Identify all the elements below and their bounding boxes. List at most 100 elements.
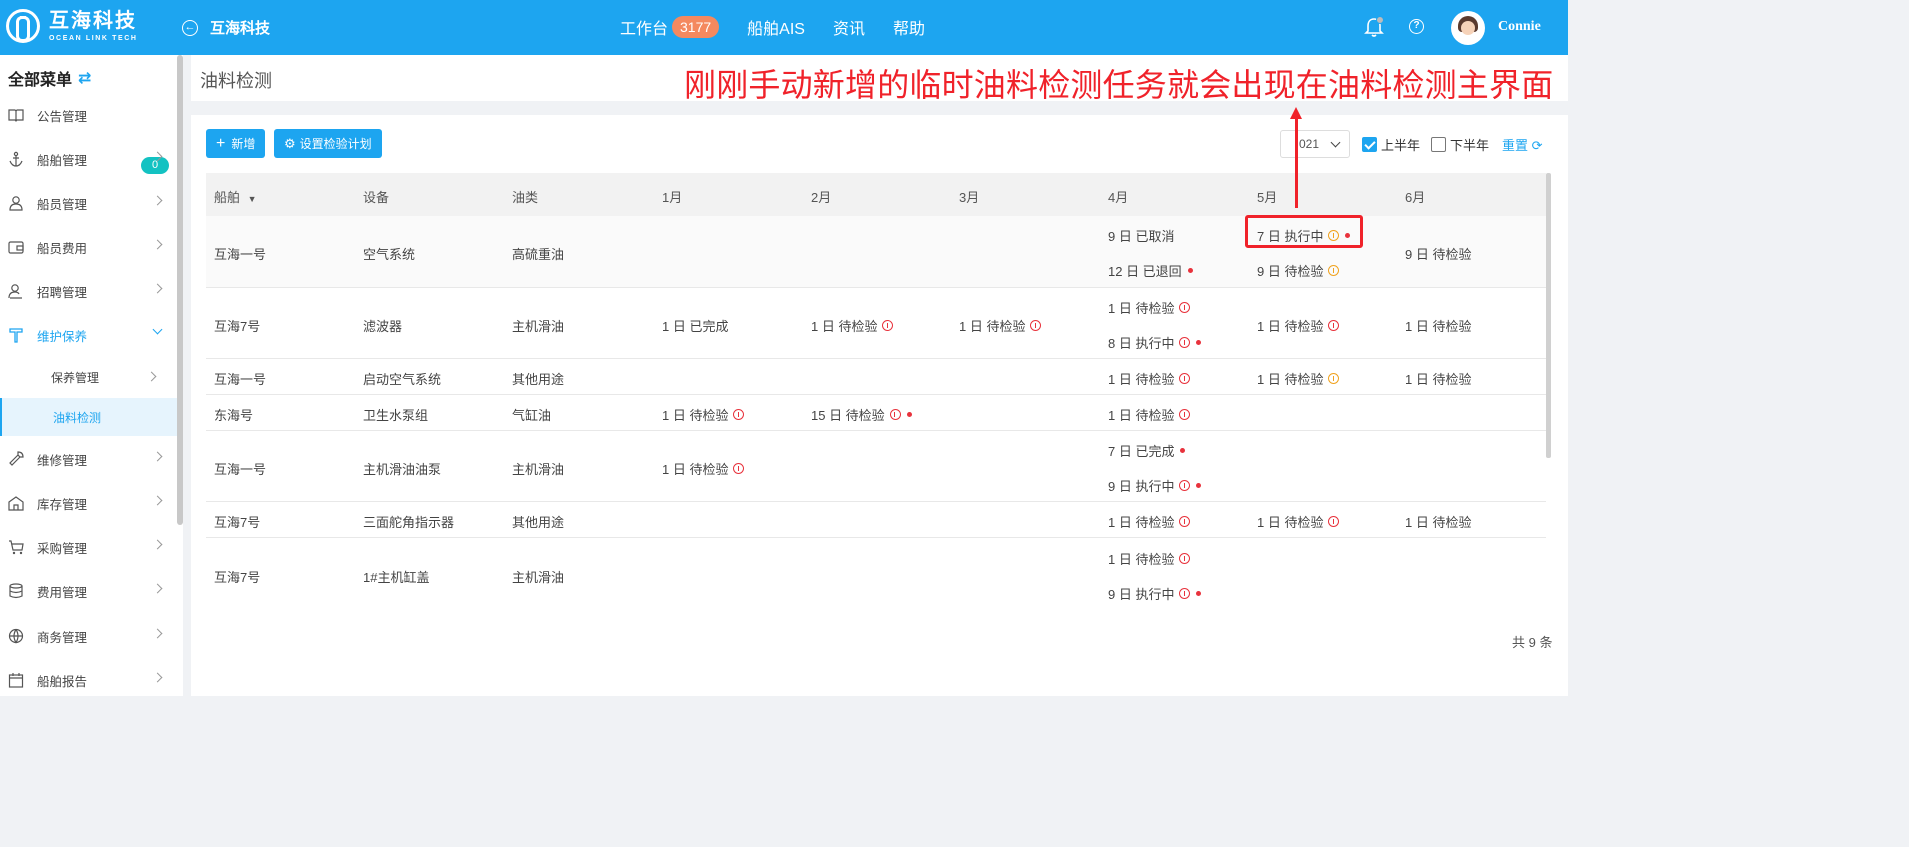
cell-task[interactable]: 8 日 执行中 [1108, 333, 1202, 352]
nav-help[interactable]: 帮助 [893, 15, 925, 39]
second-half-checkbox[interactable]: 下半年 [1431, 135, 1489, 154]
chevron-right-icon [152, 151, 163, 162]
chevron-right-icon [152, 283, 163, 294]
annotation-arrow [1295, 113, 1298, 208]
sidebar-scrollbar[interactable] [177, 55, 183, 525]
task-status: 7 日 已完成 [1108, 444, 1175, 459]
sidebar-item-expense[interactable]: 费用管理 [0, 569, 177, 613]
cell-task[interactable]: 1 日 待检验 [959, 316, 1042, 335]
sidebar-title[interactable]: 全部菜单 ⇄ [8, 66, 91, 90]
swap-icon[interactable]: ⇄ [78, 68, 91, 88]
cell-task[interactable]: 9 日 待检验 [1257, 261, 1340, 280]
cell-task[interactable]: 1 日 待检验 [1108, 405, 1191, 424]
help-icon[interactable]: ? [1409, 19, 1424, 34]
nav-workbench[interactable]: 工作台 3177 [620, 15, 720, 39]
sidebar-item-notice[interactable]: 公告管理 [0, 93, 177, 137]
cell-task[interactable]: 9 日 已取消 [1108, 226, 1174, 245]
first-half-label: 上半年 [1381, 138, 1421, 153]
cell-task[interactable]: 1 日 待检验 [1257, 316, 1340, 335]
sidebar-item-recruit[interactable]: 招聘管理 [0, 269, 177, 313]
top-bar: 互海科技 OCEAN LINK TECH ← 互海科技 工作台 3177 船舶A… [0, 0, 1568, 55]
task-status: 1 日 待检验 [811, 319, 878, 334]
sidebar-item-ship[interactable]: 船舶管理 [0, 137, 177, 181]
total-count: 共 9 条 [1512, 635, 1553, 650]
nav-ais[interactable]: 船舶AIS [747, 15, 805, 39]
alert-clock-icon [1030, 320, 1042, 331]
user-name[interactable]: Connie [1498, 19, 1541, 35]
red-dot-icon [906, 412, 912, 417]
cell-task[interactable]: 7 日 已完成 [1108, 441, 1186, 460]
cell-equipment: 1#主机缸盖 [363, 570, 430, 585]
task-status: 9 日 待检验 [1257, 264, 1324, 279]
cell-task[interactable]: 1 日 已完成 [662, 316, 728, 335]
logo-icon [6, 9, 40, 43]
red-dot-icon [1196, 483, 1202, 488]
cell-task[interactable]: 1 日 待检验 [811, 316, 894, 335]
table-scrollbar[interactable] [1546, 173, 1551, 458]
cell-oil: 主机滑油 [512, 319, 565, 334]
year-select[interactable]: 021 [1280, 130, 1350, 158]
anchor-icon [9, 151, 23, 167]
logo[interactable]: 互海科技 OCEAN LINK TECH [6, 9, 138, 43]
red-dot-icon [1180, 448, 1186, 453]
cell-task[interactable]: 1 日 待检验 [1108, 512, 1191, 531]
cell-task[interactable]: 12 日 已退回 [1108, 261, 1193, 280]
logo-tagline: OCEAN LINK TECH [49, 34, 138, 42]
sidebar-item-label: 费用管理 [37, 585, 88, 600]
cell-ship: 互海7号 [214, 319, 261, 334]
sort-down-icon[interactable]: ▼ [248, 194, 257, 204]
cell-task[interactable]: 1 日 待检验 [1405, 512, 1471, 531]
red-dot-icon [1196, 340, 1202, 345]
cell-task[interactable]: 1 日 待检验 [662, 405, 745, 424]
cell-task[interactable]: 9 日 执行中 [1108, 476, 1202, 495]
cell-equipment: 卫生水泵组 [363, 408, 429, 423]
cell-task[interactable]: 15 日 待检验 [811, 405, 912, 424]
sidebar-item-ship-report[interactable]: 船舶报告 [0, 658, 177, 702]
first-half-checkbox[interactable]: 上半年 [1362, 135, 1420, 154]
sidebar-item-crew[interactable]: 船员管理 [0, 181, 177, 225]
cell-task[interactable]: 1 日 待检验 [1257, 512, 1340, 531]
alert-clock-icon [1179, 337, 1191, 348]
sidebar-item-label: 库存管理 [37, 497, 88, 512]
red-dot-icon [1187, 268, 1193, 273]
back-button[interactable]: ← 互海科技 [182, 17, 270, 38]
cell-task[interactable]: 1 日 待检验 [1405, 369, 1471, 388]
set-plan-button[interactable]: ⚙ 设置检验计划 [274, 129, 382, 158]
reset-button[interactable]: 重置 ⟳ [1502, 135, 1543, 154]
nav-news[interactable]: 资讯 [833, 15, 865, 39]
cell-task[interactable]: 1 日 待检验 [1108, 369, 1191, 388]
sidebar-subitem-upkeep[interactable]: 保养管理 [0, 358, 177, 396]
sidebar-item-business[interactable]: 商务管理 [0, 614, 177, 658]
sidebar-item-maintenance[interactable]: 维护保养 [0, 313, 177, 357]
sidebar-subitem-oil-test[interactable]: 油料检测 [0, 398, 177, 436]
header-ship[interactable]: 船舶 ▼ [214, 187, 257, 206]
add-button[interactable]: + 新增 [206, 129, 266, 158]
avatar[interactable] [1451, 11, 1485, 45]
sidebar-subitem-label: 油料检测 [53, 410, 102, 425]
sidebar-item-crew-cost[interactable]: 船员费用 [0, 225, 177, 269]
alert-clock-icon [1179, 302, 1191, 313]
arrow-up-icon [1290, 107, 1302, 119]
cell-equipment: 三面舵角指示器 [363, 515, 455, 530]
task-status: 9 日 执行中 [1108, 479, 1175, 494]
cell-task[interactable]: 1 日 待检验 [1405, 316, 1471, 335]
task-status: 9 日 待检验 [1405, 247, 1472, 262]
cell-task[interactable]: 1 日 待检验 [1108, 549, 1191, 568]
cell-task[interactable]: 1 日 待检验 [1108, 298, 1191, 317]
task-status: 1 日 待检验 [1405, 319, 1472, 334]
cell-task[interactable]: 9 日 待检验 [1405, 244, 1471, 263]
cell-task[interactable]: 1 日 待检验 [662, 459, 745, 478]
cell-oil: 其他用途 [512, 372, 565, 387]
sidebar-item-repair[interactable]: 维修管理 [0, 437, 177, 481]
cell-task[interactable]: 1 日 待检验 [1257, 369, 1340, 388]
user-icon [9, 196, 23, 211]
cell-ship: 互海7号 [214, 570, 261, 585]
cell-task[interactable]: 9 日 执行中 [1108, 584, 1202, 603]
sidebar-item-inventory[interactable]: 库存管理 [0, 481, 177, 525]
wrench-icon [9, 451, 24, 466]
bell-icon[interactable] [1364, 16, 1384, 38]
table-header: 船舶 ▼ 设备 油类 1月 2月 3月 4月 5月 6月 [206, 173, 1546, 216]
cell-ship: 互海一号 [214, 462, 267, 477]
sidebar-item-purchase[interactable]: 采购管理 [0, 525, 177, 569]
task-status: 1 日 待检验 [1405, 515, 1472, 530]
